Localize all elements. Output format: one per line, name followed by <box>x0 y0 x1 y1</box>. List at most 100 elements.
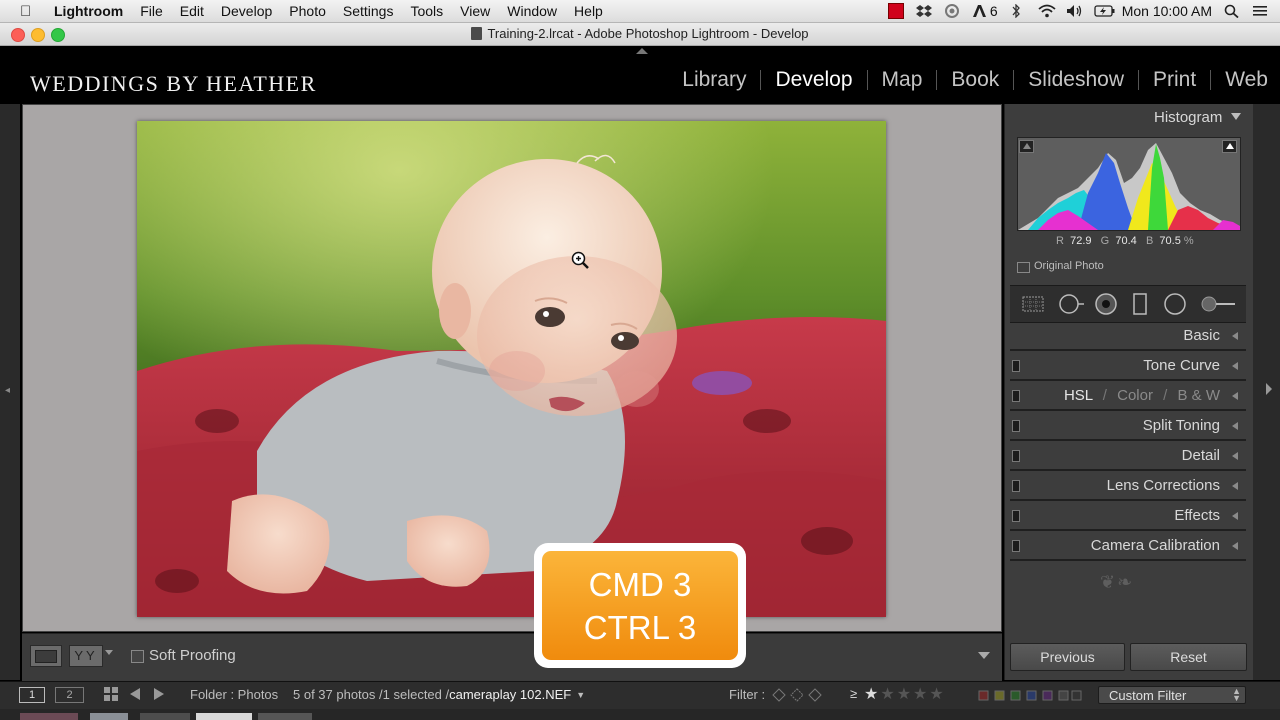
adjustment-brush-tool-icon[interactable] <box>1200 294 1236 319</box>
graduated-filter-tool-icon[interactable] <box>1132 292 1148 321</box>
wifi-icon[interactable] <box>1038 4 1056 18</box>
menu-file[interactable]: File <box>140 3 163 19</box>
module-library[interactable]: Library <box>668 68 760 92</box>
filmstrip-thumbnail-selected[interactable] <box>196 713 252 720</box>
menu-tools[interactable]: Tools <box>410 3 443 19</box>
rating-operator[interactable]: ≥ <box>850 686 857 701</box>
module-map[interactable]: Map <box>868 68 937 92</box>
collapse-top-panel-icon[interactable] <box>636 48 648 54</box>
collapse-right-panel-icon[interactable] <box>1266 383 1272 395</box>
before-after-view-button[interactable]: YY <box>69 645 103 667</box>
panel-on-off-switch[interactable] <box>1012 510 1020 522</box>
shortcut-windows: CTRL 3 <box>583 609 697 646</box>
source-folder-label[interactable]: Folder : Photos <box>190 687 278 702</box>
adobe-cc-icon[interactable]: 6 <box>972 3 998 19</box>
panel-on-off-switch[interactable] <box>1012 540 1020 552</box>
filename-dropdown-icon[interactable]: ▼ <box>576 690 585 700</box>
menu-settings[interactable]: Settings <box>343 3 394 19</box>
tab-color[interactable]: Color <box>1117 387 1153 404</box>
hsl-panel-header[interactable]: HSL / Color / B & W <box>1010 382 1246 411</box>
menu-photo[interactable]: Photo <box>289 3 326 19</box>
detail-panel-title: Detail <box>1181 447 1220 464</box>
hsl-panel-tabs: HSL / Color / B & W <box>1064 387 1220 404</box>
histogram-panel-title[interactable]: Histogram <box>1154 109 1222 126</box>
secondary-window-button[interactable]: 2 <box>55 687 84 703</box>
shadow-clipping-toggle[interactable] <box>1019 140 1034 153</box>
red-eye-tool-icon[interactable] <box>1094 292 1118 321</box>
filmstrip-thumbnail[interactable] <box>90 713 128 720</box>
main-window-button[interactable]: 1 <box>19 687 45 703</box>
previous-photo-arrow-icon[interactable] <box>130 688 140 700</box>
lens-corrections-panel-header[interactable]: Lens Corrections <box>1010 472 1246 501</box>
reset-button[interactable]: Reset <box>1130 643 1247 671</box>
battery-charging-icon[interactable] <box>1094 4 1115 18</box>
panel-collapse-icon <box>1232 422 1238 430</box>
grid-view-icon[interactable] <box>104 687 118 706</box>
menu-develop[interactable]: Develop <box>221 3 272 19</box>
module-print[interactable]: Print <box>1139 68 1210 92</box>
toolbar-content-menu-icon[interactable] <box>978 652 990 659</box>
panel-collapse-icon <box>1232 512 1238 520</box>
bluetooth-icon[interactable] <box>1010 3 1026 19</box>
lens-corrections-panel-title: Lens Corrections <box>1106 477 1220 494</box>
photo-count-label[interactable]: 5 of 37 photos /1 selected /cameraplay 1… <box>293 687 585 702</box>
module-book[interactable]: Book <box>937 68 1013 92</box>
radial-filter-tool-icon[interactable] <box>1163 292 1187 321</box>
filmstrip-thumbnail[interactable] <box>140 713 190 720</box>
original-photo-toggle-icon[interactable] <box>1017 262 1030 273</box>
histogram-graph <box>1018 143 1240 230</box>
panel-on-off-switch[interactable] <box>1012 360 1020 372</box>
menu-help[interactable]: Help <box>574 3 603 19</box>
loupe-view-button[interactable] <box>30 645 62 667</box>
panel-on-off-switch[interactable] <box>1012 390 1020 402</box>
detail-panel-header[interactable]: Detail <box>1010 442 1246 471</box>
panel-divider <box>1010 349 1246 351</box>
notification-center-icon[interactable] <box>1252 4 1268 18</box>
menu-edit[interactable]: Edit <box>180 3 204 19</box>
module-develop[interactable]: Develop <box>761 68 866 92</box>
before-after-dropdown-icon[interactable] <box>105 650 113 655</box>
effects-panel-header[interactable]: Effects <box>1010 502 1246 531</box>
module-web[interactable]: Web <box>1211 68 1268 92</box>
tone-curve-panel-header[interactable]: Tone Curve <box>1010 352 1246 381</box>
original-photo-label[interactable]: Original Photo <box>1034 260 1104 272</box>
custom-filter-select[interactable]: Custom Filter ▲ ▼ <box>1098 686 1246 704</box>
module-slideshow[interactable]: Slideshow <box>1014 68 1138 92</box>
soft-proofing-checkbox[interactable] <box>131 650 144 663</box>
main-photo[interactable] <box>137 121 886 617</box>
dropbox-icon[interactable] <box>915 4 932 18</box>
panel-on-off-switch[interactable] <box>1012 480 1020 492</box>
module-picker: Library Develop Map Book Slideshow Print… <box>668 68 1268 92</box>
crop-overlay-tool-icon[interactable] <box>1021 294 1045 319</box>
record-icon[interactable] <box>887 3 904 19</box>
sync-icon[interactable] <box>944 4 960 18</box>
filmstrip-thumbnail[interactable] <box>258 713 312 720</box>
flag-filter-icons[interactable] <box>772 688 828 707</box>
next-photo-arrow-icon[interactable] <box>154 688 164 700</box>
tab-hsl[interactable]: HSL <box>1064 387 1093 404</box>
basic-panel-header[interactable]: Basic <box>1010 322 1246 351</box>
spot-removal-tool-icon[interactable] <box>1057 292 1085 321</box>
tab-bw[interactable]: B & W <box>1177 387 1220 404</box>
effects-panel-title: Effects <box>1174 507 1220 524</box>
mac-menubar:  Lightroom File Edit Develop Photo Sett… <box>0 0 1280 23</box>
menu-view[interactable]: View <box>460 3 490 19</box>
menu-window[interactable]: Window <box>507 3 557 19</box>
split-toning-panel-header[interactable]: Split Toning <box>1010 412 1246 441</box>
menu-app-name[interactable]: Lightroom <box>54 3 123 19</box>
filmstrip-thumbnail[interactable] <box>20 713 78 720</box>
apple-menu-icon[interactable]:  <box>20 3 40 20</box>
panel-on-off-switch[interactable] <box>1012 450 1020 462</box>
rating-filter-stars-icon[interactable]: ★★★★★ <box>864 684 946 704</box>
histogram-expand-icon[interactable] <box>1231 113 1241 120</box>
histogram[interactable] <box>1017 137 1241 231</box>
highlight-clipping-toggle[interactable] <box>1222 140 1237 153</box>
spotlight-search-icon[interactable] <box>1224 4 1240 19</box>
expand-left-panel-icon[interactable]: ◂ <box>5 385 10 396</box>
panel-on-off-switch[interactable] <box>1012 420 1020 432</box>
camera-calibration-panel-header[interactable]: Camera Calibration <box>1010 532 1246 561</box>
color-label-filter-icons[interactable] <box>978 689 1082 707</box>
previous-button[interactable]: Previous <box>1010 643 1125 671</box>
volume-icon[interactable] <box>1066 4 1082 18</box>
menubar-clock[interactable]: Mon 10:00 AM <box>1122 3 1212 19</box>
